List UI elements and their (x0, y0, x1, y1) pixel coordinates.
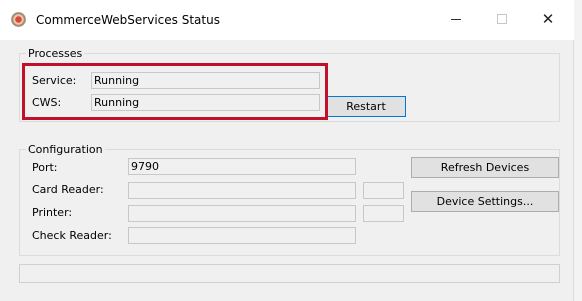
processes-group-label: Processes (26, 47, 85, 60)
printer-field (128, 205, 356, 222)
maximize-icon (497, 14, 507, 24)
port-field: 9790 (128, 158, 356, 175)
minimize-button[interactable] (433, 5, 479, 33)
close-button[interactable]: ✕ (525, 5, 571, 33)
card-reader-extra-field (363, 182, 404, 199)
refresh-devices-button[interactable]: Refresh Devices (411, 157, 559, 178)
printer-extra-field (363, 205, 404, 222)
app-icon (11, 12, 26, 27)
device-settings-button[interactable]: Device Settings... (411, 191, 559, 212)
check-reader-field (128, 227, 356, 244)
card-reader-field (128, 182, 356, 199)
title-bar: CommerceWebServices Status ✕ (0, 0, 574, 40)
maximize-button[interactable] (479, 5, 525, 33)
printer-label: Printer: (32, 206, 73, 219)
window-title: CommerceWebServices Status (36, 13, 220, 27)
check-reader-label: Check Reader: (32, 229, 112, 242)
status-bar (19, 264, 560, 283)
card-reader-label: Card Reader: (32, 183, 104, 196)
highlight-box (22, 63, 328, 120)
close-icon: ✕ (541, 10, 555, 28)
status-window: CommerceWebServices Status ✕ Processes S… (0, 0, 574, 301)
restart-button[interactable]: Restart (326, 96, 406, 117)
port-label: Port: (32, 161, 58, 174)
port-value: 9790 (131, 160, 159, 173)
configuration-group-label: Configuration (26, 143, 105, 156)
minimize-icon (451, 19, 461, 20)
